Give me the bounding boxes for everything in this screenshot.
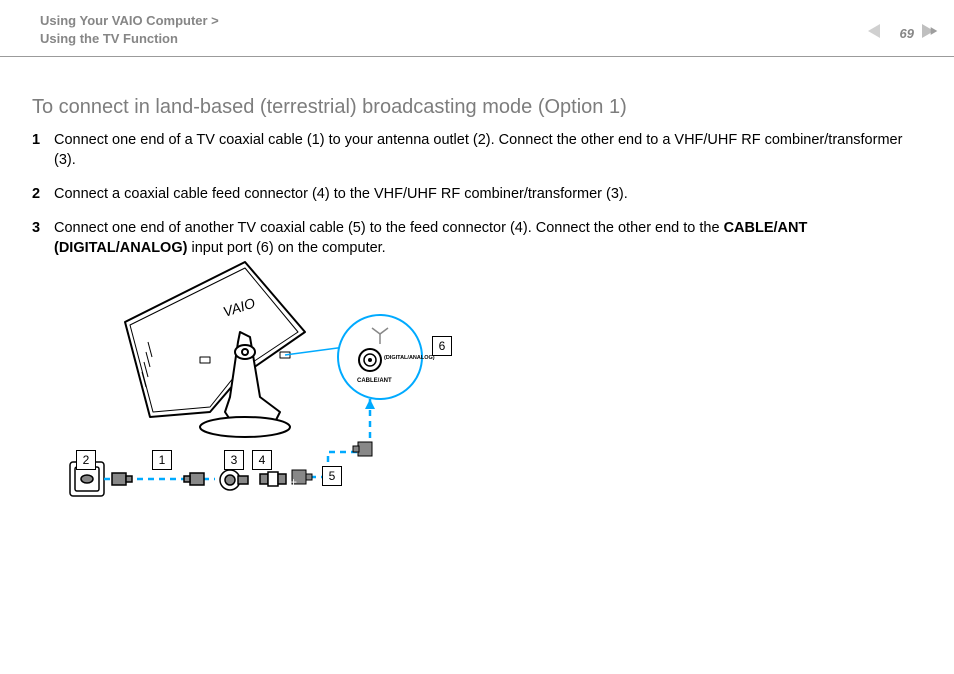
page-number: 69 — [900, 26, 914, 41]
page-header: Using Your VAIO Computer > Using the TV … — [0, 0, 954, 57]
step-number: 1 — [32, 130, 54, 170]
diagram-label-3: 3 — [224, 450, 244, 470]
diagram-label-1: 1 — [152, 450, 172, 470]
breadcrumb-line2: Using the TV Function — [40, 31, 178, 46]
step-item: 2 Connect a coaxial cable feed connector… — [32, 184, 922, 204]
section-title: To connect in land-based (terrestrial) b… — [32, 96, 922, 119]
svg-text:+: + — [290, 475, 297, 489]
diagram-label-6: 6 — [432, 336, 452, 356]
step-number: 2 — [32, 184, 54, 204]
breadcrumb: Using Your VAIO Computer > Using the TV … — [40, 12, 219, 48]
prev-page-arrow-icon[interactable] — [868, 24, 880, 38]
vaio-monitor-icon: VAIO — [125, 262, 305, 437]
step-item: 3 Connect one end of another TV coaxial … — [32, 218, 922, 258]
next-page-arrow-icon[interactable] — [922, 24, 934, 38]
breadcrumb-line1: Using Your VAIO Computer > — [40, 13, 219, 28]
step-number: 3 — [32, 218, 54, 258]
diagram-svg: VAIO (DIGITAL/ANALOG) CABLE/ANT — [70, 262, 470, 522]
connection-diagram: VAIO (DIGITAL/ANALOG) CABLE/ANT — [70, 262, 470, 522]
step-list: 1 Connect one end of a TV coaxial cable … — [32, 130, 922, 272]
diagram-label-5: 5 — [322, 466, 342, 486]
svg-text:+: + — [210, 475, 217, 489]
diagram-label-4: 4 — [252, 450, 272, 470]
step-item: 1 Connect one end of a TV coaxial cable … — [32, 130, 922, 170]
svg-text:CABLE/ANT: CABLE/ANT — [357, 378, 392, 384]
svg-text:+: + — [252, 475, 259, 489]
diagram-label-2: 2 — [76, 450, 96, 470]
step-text: Connect one end of a TV coaxial cable (1… — [54, 130, 922, 170]
svg-text:(DIGITAL/ANALOG): (DIGITAL/ANALOG) — [384, 355, 435, 361]
step-text: Connect a coaxial cable feed connector (… — [54, 184, 922, 204]
port-callout-icon: (DIGITAL/ANALOG) CABLE/ANT — [285, 315, 435, 399]
step-text: Connect one end of another TV coaxial ca… — [54, 218, 922, 258]
